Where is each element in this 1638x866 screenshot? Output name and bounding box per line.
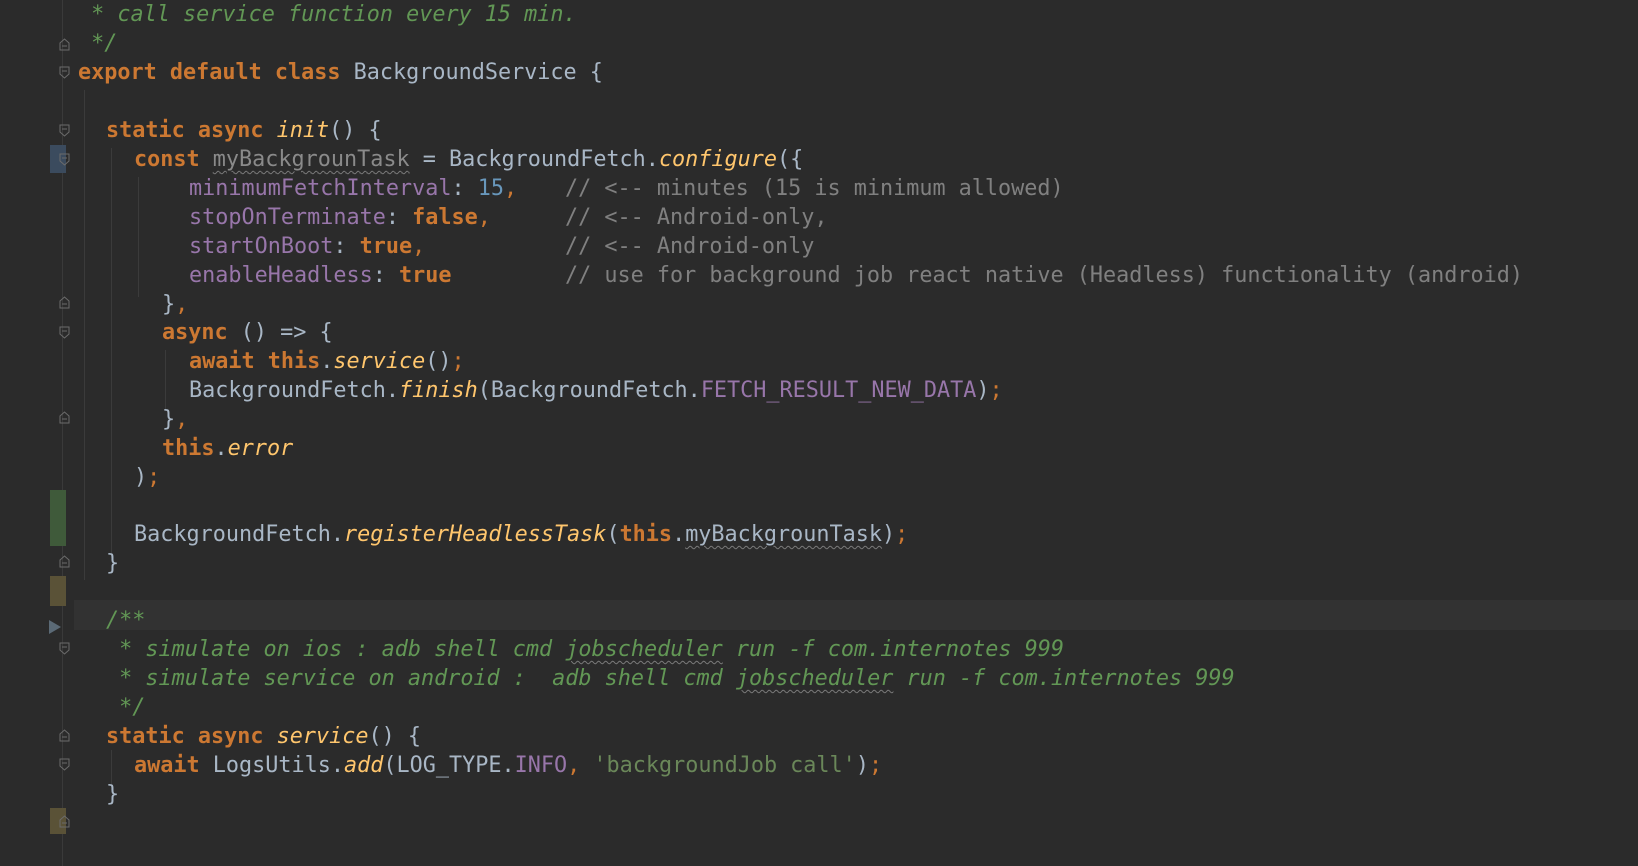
code-line: static async service() { bbox=[106, 724, 421, 749]
code-line: }, bbox=[162, 292, 189, 317]
code-line: }, bbox=[162, 407, 189, 432]
code-line: stopOnTerminate: false, bbox=[189, 205, 491, 230]
code-line: BackgroundFetch.finish(BackgroundFetch.F… bbox=[189, 378, 1003, 403]
code-line: /** bbox=[106, 608, 146, 633]
code-line: static async init() { bbox=[106, 118, 382, 143]
code-comment: // <-- minutes (15 is minimum allowed) bbox=[565, 176, 1064, 201]
code-line: startOnBoot: true, bbox=[189, 234, 426, 259]
code-line: */ bbox=[106, 695, 146, 720]
code-line: } bbox=[106, 782, 120, 807]
code-line: const myBackgrounTask = BackgroundFetch.… bbox=[134, 147, 804, 172]
code-line: * simulate service on android : adb shel… bbox=[106, 666, 1235, 691]
code-line: await this.service(); bbox=[189, 349, 465, 374]
code-comment: // <-- Android-only bbox=[565, 234, 815, 259]
code-line: export default class BackgroundService { bbox=[78, 60, 603, 85]
code-line: enableHeadless: true bbox=[189, 263, 452, 288]
code-line: async () => { bbox=[162, 320, 333, 345]
code-line: minimumFetchInterval: 15, bbox=[189, 176, 518, 201]
code-line: ); bbox=[134, 465, 161, 490]
code-line: * simulate on ios : adb shell cmd jobsch… bbox=[106, 637, 1064, 662]
code-line: BackgroundFetch.registerHeadlessTask(thi… bbox=[134, 522, 909, 547]
code-line: * call service function every 15 min. bbox=[78, 2, 577, 27]
code-line: await LogsUtils.add(LOG_TYPE.INFO, 'back… bbox=[134, 753, 883, 778]
code-line: */ bbox=[78, 31, 118, 56]
code-line: } bbox=[106, 551, 120, 576]
code-comment: // use for background job react native (… bbox=[565, 263, 1523, 288]
code-comment: // <-- Android-only, bbox=[565, 205, 828, 230]
code-editor[interactable]: * call service function every 15 min. */… bbox=[0, 0, 1638, 866]
code-content[interactable]: * call service function every 15 min. */… bbox=[0, 0, 1638, 866]
code-line: this.error bbox=[162, 436, 294, 461]
